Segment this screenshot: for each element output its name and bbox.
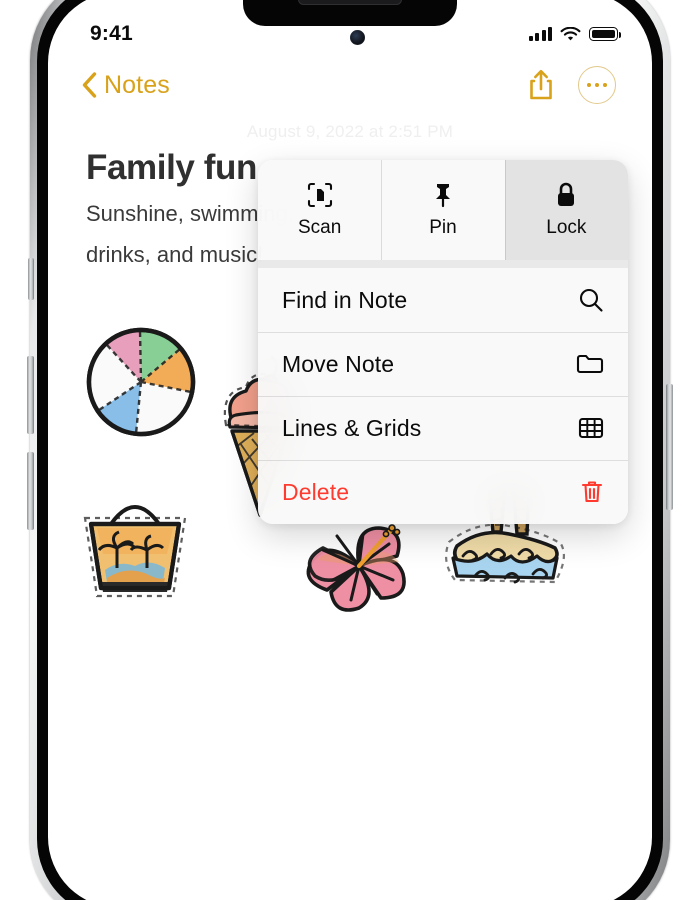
trash-icon <box>581 481 603 503</box>
delete-label: Delete <box>282 478 350 505</box>
status-bar-indicators <box>528 26 622 42</box>
grid-table-icon <box>578 417 604 439</box>
delete-row[interactable]: Delete <box>258 460 628 524</box>
find-in-note-label: Find in Note <box>282 286 408 313</box>
beach-bag-sticker[interactable] <box>73 492 198 607</box>
lock-action[interactable]: Lock <box>504 160 628 260</box>
wifi-icon <box>560 26 581 40</box>
note-timestamp: August 9, 2022 at 2:51 PM <box>246 122 454 141</box>
earpiece-speaker <box>298 0 402 5</box>
nav-bar-actions <box>526 66 616 104</box>
context-menu-separator <box>258 260 628 268</box>
lock-icon <box>558 182 575 206</box>
volume-down-button[interactable] <box>27 452 34 530</box>
ringer-switch[interactable] <box>28 258 34 300</box>
folder-icon <box>576 354 604 374</box>
ellipsis-circle-icon <box>578 66 616 104</box>
lines-and-grids-row[interactable]: Lines & Grids <box>258 396 628 460</box>
pin-icon <box>435 183 450 207</box>
cellular-bars-icon <box>528 27 552 41</box>
more-options-button[interactable] <box>578 66 616 104</box>
screenshot-root: 9:41 Notes August 9, 2022 at 2:51 PM Fam… <box>0 0 700 900</box>
beach-ball-sticker[interactable] <box>76 322 206 442</box>
navigation-bar: Notes <box>48 54 652 116</box>
status-bar-clock: 9:41 <box>90 22 133 45</box>
share-icon <box>530 69 552 100</box>
back-button[interactable]: Notes <box>82 71 170 100</box>
move-note-label: Move Note <box>282 350 395 377</box>
pin-action[interactable]: Pin <box>381 160 504 260</box>
lines-and-grids-label: Lines & Grids <box>282 414 422 441</box>
scan-document-icon <box>307 182 332 207</box>
share-button[interactable] <box>526 68 556 102</box>
front-camera-icon <box>350 30 365 45</box>
move-note-row[interactable]: Move Note <box>258 332 628 396</box>
back-button-label: Notes <box>104 70 170 99</box>
magnifier-icon <box>579 288 603 312</box>
chevron-left-icon <box>82 72 97 98</box>
context-menu-top-actions: Scan Pin Lock <box>258 160 628 260</box>
hibiscus-flower-sticker[interactable] <box>293 514 428 624</box>
battery-full-icon <box>589 27 622 41</box>
scan-action[interactable]: Scan <box>258 160 381 260</box>
scan-action-label: Scan <box>298 216 342 238</box>
pin-action-label: Pin <box>429 216 457 238</box>
lock-action-label: Lock <box>546 216 587 238</box>
context-menu: Scan Pin Lock Find in Note Move Note Lin… <box>258 160 628 524</box>
power-button[interactable] <box>666 384 673 510</box>
find-in-note-row[interactable]: Find in Note <box>258 268 628 332</box>
phone-screen: 9:41 Notes August 9, 2022 at 2:51 PM Fam… <box>48 0 652 900</box>
volume-up-button[interactable] <box>27 356 34 434</box>
